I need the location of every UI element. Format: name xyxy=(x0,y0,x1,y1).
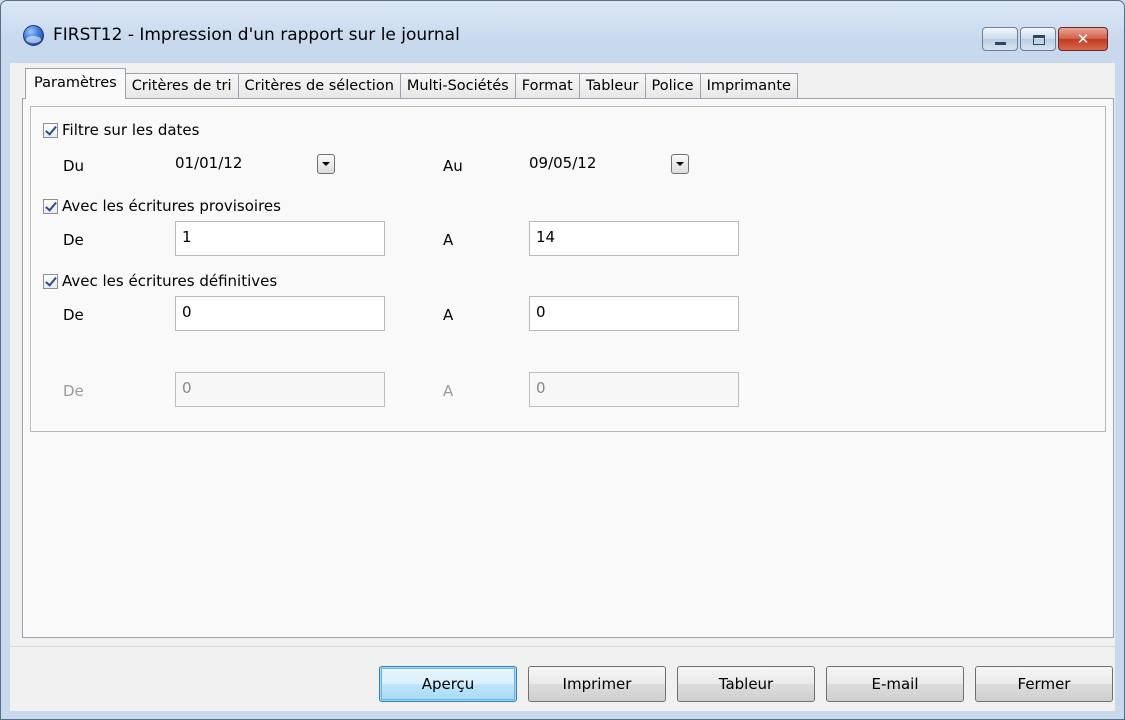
definitive-to-input[interactable]: 0 xyxy=(529,296,739,331)
definitive-label: Avec les écritures définitives xyxy=(62,272,278,290)
tab-imprimante[interactable]: Imprimante xyxy=(699,73,798,99)
close-button[interactable]: Fermer xyxy=(975,666,1113,702)
date-filter-checkbox[interactable] xyxy=(43,122,58,138)
maximize-button[interactable] xyxy=(1020,27,1056,51)
tab-parametres[interactable]: Paramètres xyxy=(25,68,126,99)
disabled-to-label: A xyxy=(443,382,454,400)
definitive-checkbox[interactable] xyxy=(43,273,58,289)
provisional-checkbox[interactable] xyxy=(43,198,58,214)
date-from-value: 01/01/12 xyxy=(175,154,243,172)
app-logo-icon xyxy=(23,25,44,46)
provisional-to-input[interactable]: 14 xyxy=(529,221,739,256)
print-button[interactable]: Imprimer xyxy=(528,666,666,702)
date-filter-label: Filtre sur les dates xyxy=(62,121,200,139)
email-button[interactable]: E-mail xyxy=(826,666,964,702)
disabled-from-input: 0 xyxy=(175,372,385,407)
disabled-from-label: De xyxy=(63,382,84,400)
definitive-from-input[interactable]: 0 xyxy=(175,296,385,331)
provisional-to-label: A xyxy=(443,231,454,249)
provisional-from-label: De xyxy=(63,231,84,249)
provisional-from-input[interactable]: 1 xyxy=(175,221,385,256)
tab-police[interactable]: Police xyxy=(644,73,701,99)
disabled-to-input: 0 xyxy=(529,372,739,407)
tab-multi-societes[interactable]: Multi-Sociétés xyxy=(399,73,516,99)
preview-button[interactable]: Aperçu xyxy=(379,666,517,702)
tab-criteres-de-selection[interactable]: Critères de sélection xyxy=(237,73,401,99)
button-bar: Aperçu Imprimer Tableur E-mail Fermer xyxy=(10,646,1115,711)
window-title: FIRST12 - Impression d'un rapport sur le… xyxy=(53,25,460,45)
date-from-dropdown-button[interactable] xyxy=(317,154,335,174)
tab-format[interactable]: Format xyxy=(514,73,580,99)
provisional-label: Avec les écritures provisoires xyxy=(62,197,281,215)
definitive-to-label: A xyxy=(443,306,454,324)
parametres-panel: Filtre sur les dates Du 01/01/12 Au 09/0… xyxy=(22,98,1114,638)
date-to-value: 09/05/12 xyxy=(529,154,597,172)
caption-buttons: ✕ xyxy=(982,27,1108,51)
close-icon: ✕ xyxy=(1076,30,1090,48)
close-window-button[interactable]: ✕ xyxy=(1058,27,1108,51)
tab-tableur[interactable]: Tableur xyxy=(578,73,646,99)
date-from-field[interactable]: 01/01/12 xyxy=(175,147,335,181)
date-from-label: Du xyxy=(63,157,85,175)
dialog-client-area: Paramètres Critères de tri Critères de s… xyxy=(10,63,1115,711)
tab-criteres-de-tri[interactable]: Critères de tri xyxy=(124,73,239,99)
minimize-icon xyxy=(995,42,1006,45)
date-filter-checkbox-row[interactable]: Filtre sur les dates xyxy=(43,121,199,139)
tab-strip: Paramètres Critères de tri Critères de s… xyxy=(25,67,798,99)
spreadsheet-button[interactable]: Tableur xyxy=(677,666,815,702)
date-to-field[interactable]: 09/05/12 xyxy=(529,147,689,181)
provisional-checkbox-row[interactable]: Avec les écritures provisoires xyxy=(43,197,281,215)
definitive-from-label: De xyxy=(63,306,84,324)
date-to-dropdown-button[interactable] xyxy=(671,154,689,174)
filters-group: Filtre sur les dates Du 01/01/12 Au 09/0… xyxy=(30,106,1106,432)
maximize-icon xyxy=(1033,35,1045,45)
definitive-checkbox-row[interactable]: Avec les écritures définitives xyxy=(43,272,277,290)
date-to-label: Au xyxy=(443,157,463,175)
print-report-window: FIRST12 - Impression d'un rapport sur le… xyxy=(0,0,1125,720)
minimize-button[interactable] xyxy=(982,27,1018,51)
title-bar[interactable]: FIRST12 - Impression d'un rapport sur le… xyxy=(1,1,1124,59)
